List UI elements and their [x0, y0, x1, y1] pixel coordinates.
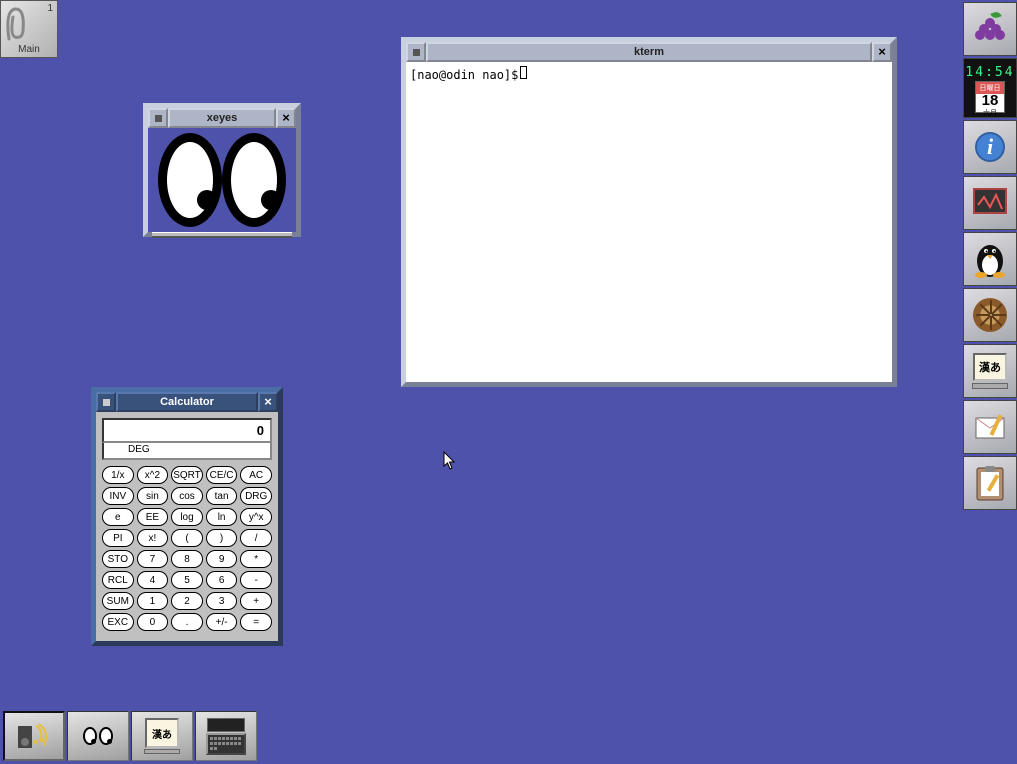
dock-monitor-icon[interactable] [963, 176, 1017, 230]
calc-key-3[interactable]: 3 [206, 592, 238, 610]
taskbar: 漢あ [0, 708, 260, 764]
taskbar-keyboard-button[interactable] [195, 711, 257, 761]
taskbar-audio-button[interactable] [3, 711, 65, 761]
xeyes-close-button[interactable]: × [276, 108, 296, 128]
calc-key-1[interactable]: 1 [137, 592, 169, 610]
calc-key-sin[interactable]: sin [137, 487, 169, 505]
calc-key-4[interactable]: 4 [137, 571, 169, 589]
calc-key-x[interactable]: x! [137, 529, 169, 547]
right-eye-icon [222, 133, 286, 227]
calc-key-[interactable]: . [171, 613, 203, 631]
calc-key-2[interactable]: 2 [171, 592, 203, 610]
calc-key-[interactable]: = [240, 613, 272, 631]
calc-key-[interactable]: +/- [206, 613, 238, 631]
left-eye-icon [158, 133, 222, 227]
dock-ime-icon[interactable]: 漢あ [963, 344, 1017, 398]
dock-wheel-icon[interactable] [963, 288, 1017, 342]
terminal-cursor-icon [520, 66, 527, 79]
dock: 14:54 日曜日 18 六月 i 漢あ [961, 0, 1017, 512]
calc-key-7[interactable]: 7 [137, 550, 169, 568]
calendar-month: 六月 [976, 108, 1004, 118]
calc-key-9[interactable]: 9 [206, 550, 238, 568]
clock-time: 14:54 [964, 65, 1016, 80]
calc-key-x2[interactable]: x^2 [137, 466, 169, 484]
calc-key-e[interactable]: e [102, 508, 134, 526]
calculator-menu-button[interactable] [96, 392, 116, 412]
pager[interactable]: 1 Main [0, 0, 58, 58]
kterm-title[interactable]: kterm [426, 42, 872, 62]
xeyes-title[interactable]: xeyes [168, 108, 276, 128]
calc-key-5[interactable]: 5 [171, 571, 203, 589]
dock-penguin-icon[interactable] [963, 232, 1017, 286]
calculator-keypad: 1/xx^2SQRTCE/CAC INVsincostanDRG eEEloglny… [102, 466, 272, 631]
calc-key-ln[interactable]: ln [206, 508, 238, 526]
dock-clock[interactable]: 14:54 日曜日 18 六月 [963, 58, 1017, 118]
cursor-icon [443, 451, 457, 471]
calc-key-yx[interactable]: y^x [240, 508, 272, 526]
calc-key-[interactable]: - [240, 571, 272, 589]
calc-key-cos[interactable]: cos [171, 487, 203, 505]
calculator-display: 0 [102, 418, 272, 443]
kterm-close-button[interactable]: × [872, 42, 892, 62]
calc-key-cec[interactable]: CE/C [206, 466, 238, 484]
calc-key-sqrt[interactable]: SQRT [171, 466, 203, 484]
taskbar-xeyes-button[interactable] [67, 711, 129, 761]
calc-key-ee[interactable]: EE [137, 508, 169, 526]
calc-key-[interactable]: + [240, 592, 272, 610]
kterm-prompt: [nao@odin nao]$ [410, 68, 518, 82]
xeyes-menu-button[interactable] [148, 108, 168, 128]
calendar-day: 18 [976, 94, 1004, 108]
calc-key-0[interactable]: 0 [137, 613, 169, 631]
dock-clipboard-icon[interactable] [963, 456, 1017, 510]
calc-key-6[interactable]: 6 [206, 571, 238, 589]
calculator-close-button[interactable]: × [258, 392, 278, 412]
calc-key-drg[interactable]: DRG [240, 487, 272, 505]
calc-key-[interactable]: ( [171, 529, 203, 547]
calc-key-8[interactable]: 8 [171, 550, 203, 568]
calculator-body: 0 DEG 1/xx^2SQRTCE/CAC INVsincostanDRG eEE… [96, 412, 278, 641]
calculator-mode: DEG [102, 443, 272, 460]
dock-info-icon[interactable]: i [963, 120, 1017, 174]
calc-key-inv[interactable]: INV [102, 487, 134, 505]
dock-mail-icon[interactable] [963, 400, 1017, 454]
calc-key-[interactable]: ) [206, 529, 238, 547]
calc-key-rcl[interactable]: RCL [102, 571, 134, 589]
calc-key-log[interactable]: log [171, 508, 203, 526]
kterm-menu-button[interactable] [406, 42, 426, 62]
dock-grapes-icon[interactable] [963, 2, 1017, 56]
xeyes-window[interactable]: xeyes × [143, 103, 301, 237]
calc-key-[interactable]: * [240, 550, 272, 568]
pager-number: 1 [47, 3, 53, 14]
pager-label: Main [1, 44, 57, 55]
calc-key-sum[interactable]: SUM [102, 592, 134, 610]
calc-key-sto[interactable]: STO [102, 550, 134, 568]
calc-key-exc[interactable]: EXC [102, 613, 134, 631]
kterm-window[interactable]: kterm × [nao@odin nao]$ [401, 37, 897, 387]
kterm-terminal[interactable]: [nao@odin nao]$ [406, 62, 892, 382]
calc-key-pi[interactable]: PI [102, 529, 134, 547]
calc-key-ac[interactable]: AC [240, 466, 272, 484]
xeyes-body [148, 128, 296, 232]
taskbar-ime-button[interactable]: 漢あ [131, 711, 193, 761]
calc-key-1x[interactable]: 1/x [102, 466, 134, 484]
calc-key-tan[interactable]: tan [206, 487, 238, 505]
calc-key-[interactable]: / [240, 529, 272, 547]
calculator-title[interactable]: Calculator [116, 392, 258, 412]
calculator-window[interactable]: Calculator × 0 DEG 1/xx^2SQRTCE/CAC INVsi… [91, 387, 283, 646]
